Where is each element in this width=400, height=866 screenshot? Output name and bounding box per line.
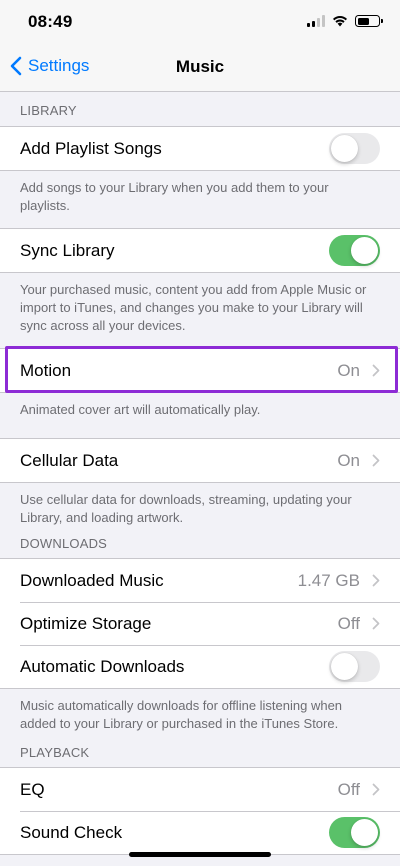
section-header-downloads: DOWNLOADS (20, 536, 108, 551)
group-playback: EQ Off Sound Check (0, 767, 400, 855)
chevron-right-icon (372, 783, 380, 796)
add-playlist-songs-toggle[interactable] (329, 133, 380, 164)
cellular-data-footer: Use cellular data for downloads, streami… (20, 492, 352, 525)
downloads-footer: Music automatically downloads for offlin… (20, 698, 343, 731)
row-value: Off (337, 613, 360, 633)
status-time: 08:49 (28, 12, 73, 31)
group-cellular-data: Cellular Data On (0, 438, 400, 483)
row-automatic-downloads[interactable]: Automatic Downloads (0, 645, 400, 688)
sync-library-toggle[interactable] (329, 235, 380, 266)
row-label: Motion (20, 360, 72, 380)
sync-library-footer: Your purchased music, content you add fr… (20, 282, 367, 333)
row-sync-library[interactable]: Sync Library (0, 229, 400, 272)
page-title: Music (175, 57, 225, 76)
navigation-bar: Settings Music (0, 44, 400, 92)
status-icons (307, 15, 383, 27)
row-optimize-storage[interactable]: Optimize Storage Off (0, 602, 400, 645)
row-label: EQ (20, 779, 45, 799)
row-motion[interactable]: Motion On (0, 349, 400, 392)
row-value: On (337, 450, 360, 470)
status-bar: 08:49 (0, 0, 400, 44)
group-motion: Motion On (0, 348, 400, 393)
section-header-playback: PLAYBACK (20, 745, 90, 760)
row-value: Off (337, 779, 360, 799)
section-header-library: LIBRARY (20, 103, 77, 118)
row-label: Sound Check (20, 822, 123, 842)
group-add-playlist: Add Playlist Songs (0, 126, 400, 171)
row-value: 1.47 GB (297, 570, 360, 590)
battery-icon (355, 15, 383, 27)
row-label: Sync Library (20, 240, 115, 260)
group-sync-library: Sync Library (0, 228, 400, 273)
group-downloads: Downloaded Music 1.47 GB Optimize Storag… (0, 558, 400, 689)
chevron-right-icon (372, 364, 380, 377)
row-label: Downloaded Music (20, 570, 164, 590)
row-label: Cellular Data (20, 450, 119, 470)
chevron-right-icon (372, 574, 380, 587)
add-playlist-footer: Add songs to your Library when you add t… (20, 180, 329, 213)
row-label: Add Playlist Songs (20, 138, 162, 158)
wifi-icon (333, 16, 347, 27)
chevron-right-icon (372, 617, 380, 630)
row-add-playlist-songs[interactable]: Add Playlist Songs (0, 127, 400, 170)
row-cellular-data[interactable]: Cellular Data On (0, 439, 400, 482)
chevron-right-icon (372, 454, 380, 467)
row-label: Optimize Storage (20, 613, 152, 633)
cellular-signal-icon (307, 15, 325, 27)
row-sound-check[interactable]: Sound Check (0, 811, 400, 854)
automatic-downloads-toggle[interactable] (329, 651, 380, 682)
row-label: Automatic Downloads (20, 656, 185, 676)
row-downloaded-music[interactable]: Downloaded Music 1.47 GB (0, 559, 400, 602)
row-eq[interactable]: EQ Off (0, 768, 400, 811)
row-value: On (337, 360, 360, 380)
home-indicator[interactable] (129, 852, 271, 857)
motion-footer: Animated cover art will automatically pl… (20, 402, 261, 417)
sound-check-toggle[interactable] (329, 817, 380, 848)
